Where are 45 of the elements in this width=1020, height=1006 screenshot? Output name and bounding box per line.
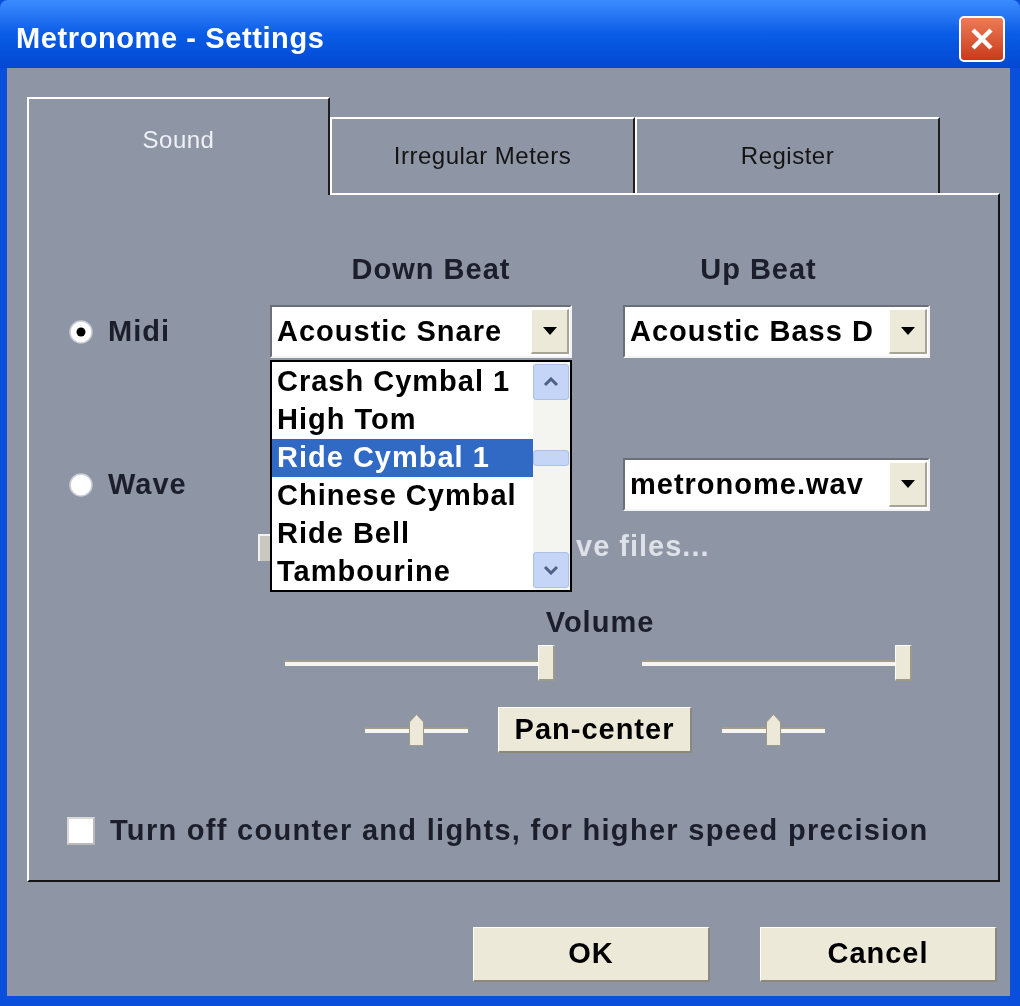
scroll-down-button[interactable] (533, 552, 569, 588)
close-button[interactable] (959, 16, 1005, 62)
radio-label: Midi (108, 313, 170, 349)
caret-down-icon (900, 480, 915, 488)
radio-button[interactable] (69, 472, 93, 497)
slider-track[interactable] (365, 714, 468, 746)
scrollbar[interactable] (533, 362, 570, 590)
dropdown-button[interactable] (531, 309, 569, 354)
checkbox-label: Turn off counter and lights, for higher speed precision (110, 812, 929, 848)
chevron-down-icon (543, 565, 559, 575)
dropdown[interactable]: Acoustic Bass D (623, 305, 930, 358)
pan-center-button[interactable]: Pan-center (498, 707, 692, 753)
scroll-up-button[interactable] (533, 364, 569, 400)
list-item[interactable]: Tambourine (272, 553, 533, 591)
scrollbar-thumb[interactable] (533, 450, 569, 466)
tab[interactable]: Irregular Meters (330, 117, 635, 193)
list-item[interactable]: Ride Cymbal 1 (272, 439, 533, 477)
window-title: Metronome - Settings (16, 21, 326, 57)
cancel-button[interactable]: Cancel (760, 927, 997, 982)
slider-track[interactable] (285, 645, 555, 681)
list-item[interactable]: High Tom (272, 401, 533, 439)
chevron-up-icon (543, 377, 559, 387)
list-item[interactable]: Chinese Cymbal (272, 477, 533, 515)
column-header: Down Beat (351, 252, 511, 287)
column-header: Up Beat (700, 252, 817, 287)
caret-down-icon (542, 327, 557, 335)
checkbox-label: ve files... (576, 529, 710, 565)
list-item[interactable]: Ride Bell (272, 515, 533, 553)
slider-track[interactable] (642, 645, 912, 681)
dropdown[interactable]: metronome.wav (623, 458, 930, 511)
volume-label: Volume (545, 605, 655, 641)
list-item[interactable]: Crash Cymbal 1 (272, 363, 533, 401)
slider-thumb[interactable] (766, 714, 781, 746)
dropdown-button[interactable] (889, 309, 927, 354)
radio-label: Wave (108, 466, 187, 502)
ok-button[interactable]: OK (473, 927, 710, 982)
caret-down-icon (900, 327, 915, 335)
slider-thumb[interactable] (409, 714, 424, 746)
close-icon (970, 27, 994, 51)
checkbox[interactable] (67, 816, 95, 845)
dropdown[interactable]: Acoustic Snare (270, 305, 572, 358)
radio-button[interactable] (69, 319, 93, 344)
tab[interactable]: Register (635, 117, 940, 193)
slider-track[interactable] (722, 714, 825, 746)
dropdown-button[interactable] (889, 462, 927, 507)
